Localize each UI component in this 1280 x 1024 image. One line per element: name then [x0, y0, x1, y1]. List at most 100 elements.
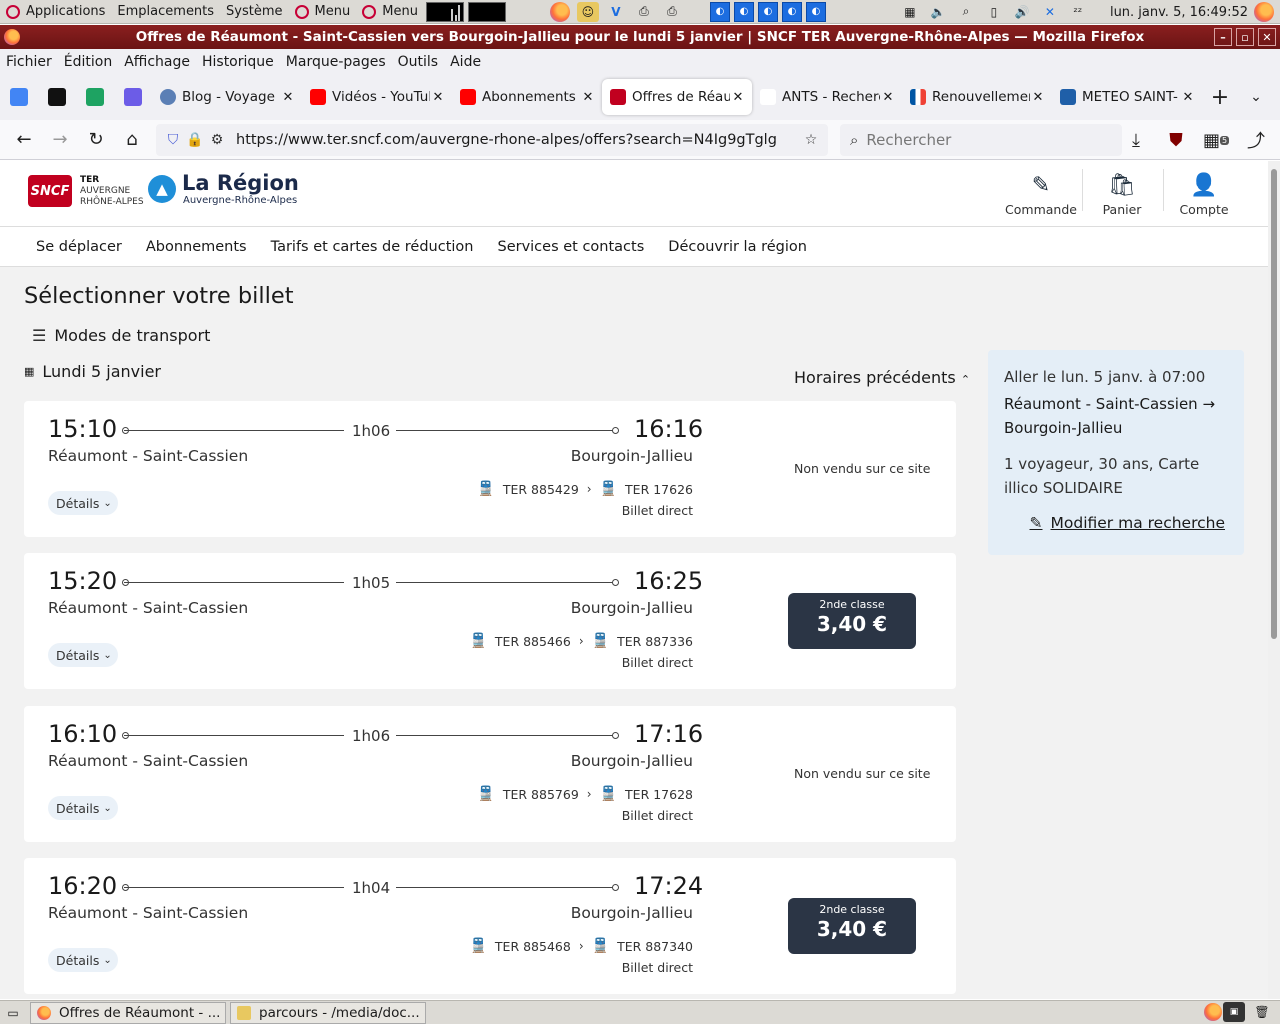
system-menu[interactable]: Système [220, 0, 288, 24]
lock-icon[interactable]: 🔒 [184, 132, 206, 148]
share-icon[interactable]: ⤴ [1238, 124, 1274, 156]
close-tab-icon[interactable]: ✕ [880, 90, 896, 105]
workspace-4-icon[interactable]: ◐ [781, 1, 802, 22]
menu-1[interactable]: Menu [289, 0, 357, 24]
modes-transport-button[interactable]: ☰ Modes de transport [32, 326, 210, 345]
compte-button[interactable]: 👤 Compte [1176, 165, 1232, 217]
journey-card[interactable]: 15:20 1h05 16:25 Réaumont - Saint-Cassie… [24, 553, 956, 689]
panier-button[interactable]: 🛍 Panier [1096, 165, 1148, 217]
workspace-5-icon[interactable]: ◐ [805, 1, 826, 22]
journey-card[interactable]: 16:10 1h06 17:16 Réaumont - Saint-Cassie… [24, 706, 956, 842]
tab-ants[interactable]: ANTS - Recherche✕ [752, 79, 902, 115]
printer-icon[interactable]: ⎙ [633, 2, 655, 22]
taskbar-firefox-window[interactable]: Offres de Réaumont - ... [30, 1001, 226, 1024]
bookmark-star-icon[interactable]: ☆ [800, 132, 822, 148]
back-button[interactable]: ← [6, 124, 42, 156]
url-text[interactable]: https://www.ter.sncf.com/auvergne-rhone-… [236, 132, 776, 148]
printer-2-icon[interactable]: ⎙ [661, 2, 683, 22]
price-button[interactable]: 2nde classe 3,40 € [788, 593, 916, 649]
page-scrollbar[interactable] [1268, 161, 1280, 999]
vs-launcher-icon[interactable]: V [605, 2, 627, 22]
details-button[interactable]: Détails ⌄ [48, 948, 118, 972]
close-tab-icon[interactable]: ✕ [730, 90, 746, 105]
price-button[interactable]: 2nde classe 3,40 € [788, 898, 916, 954]
menu-outils[interactable]: Outils [392, 54, 444, 70]
pinned-tab-news[interactable] [38, 74, 76, 120]
menu-2[interactable]: Menu [356, 0, 424, 24]
journey-card[interactable]: 15:10 1h06 16:16 Réaumont - Saint-Cassie… [24, 401, 956, 537]
volume-icon[interactable]: 🔈 [927, 2, 949, 22]
clock[interactable]: lun. janv. 5, 16:49:52 [1110, 0, 1248, 24]
workspace-2-icon[interactable]: ◐ [733, 1, 754, 22]
firefox-workspace-icon[interactable] [1204, 1003, 1222, 1021]
tab-youtube-videos[interactable]: Vidéos - YouTube✕ [302, 79, 452, 115]
menu-marque-pages[interactable]: Marque-pages [280, 54, 392, 70]
details-button[interactable]: Détails ⌄ [48, 643, 118, 667]
shield-icon[interactable]: ⛉ [162, 132, 184, 148]
previous-times-button[interactable]: Horaires précédents ⌃ [794, 368, 970, 387]
nav-se-deplacer[interactable]: Se déplacer [24, 239, 134, 255]
pinned-tab-calendar[interactable] [0, 74, 38, 120]
scrollbar-thumb[interactable] [1271, 169, 1277, 639]
modify-search-link[interactable]: ✎ Modifier ma recherche [1030, 514, 1226, 532]
tab-renouvellement[interactable]: Renouvellement✕ [902, 79, 1052, 115]
nav-services[interactable]: Services et contacts [485, 239, 656, 255]
home-button[interactable]: ⌂ [114, 124, 150, 156]
ublock-icon[interactable]: ⛊ [1158, 124, 1194, 156]
bluetooth-icon[interactable]: ✕ [1039, 2, 1061, 22]
downloads-icon[interactable]: ⤓ [1118, 124, 1154, 156]
close-tab-icon[interactable]: ✕ [430, 90, 446, 105]
reload-button[interactable]: ↻ [78, 124, 114, 156]
network-icon[interactable]: ▦ [899, 2, 921, 22]
terminal-icon[interactable]: ▣ [1223, 1002, 1245, 1022]
tab-offres-reaumont[interactable]: Offres de Réaumont✕ [602, 79, 752, 115]
menu-fichier[interactable]: Fichier [0, 54, 58, 70]
show-desktop-icon[interactable]: ▭ [4, 1003, 22, 1023]
maximize-button[interactable]: ▫ [1236, 28, 1254, 46]
menu-aide[interactable]: Aide [444, 54, 487, 70]
details-button[interactable]: Détails ⌄ [48, 491, 118, 515]
pinned-tab-app[interactable] [114, 74, 152, 120]
close-tab-icon[interactable]: ✕ [1030, 90, 1046, 105]
extensions-icon[interactable]: ▦ 5 [1198, 124, 1234, 156]
firefox-tray-icon[interactable] [1254, 2, 1274, 22]
volume-2-icon[interactable]: 🔊 [1011, 2, 1033, 22]
trash-icon[interactable]: 🗑 [1251, 1002, 1273, 1022]
details-button[interactable]: Détails ⌄ [48, 796, 118, 820]
close-tab-icon[interactable]: ✕ [580, 90, 596, 105]
search-tray-icon[interactable]: ⌕ [955, 2, 977, 22]
forward-button[interactable]: → [42, 124, 78, 156]
menu-affichage[interactable]: Affichage [118, 54, 196, 70]
sleep-icon[interactable]: ᶻᶻ [1067, 2, 1089, 22]
places-menu[interactable]: Emplacements [111, 0, 220, 24]
pinned-tab-sheets[interactable] [76, 74, 114, 120]
permissions-icon[interactable]: ⚙ [206, 132, 228, 148]
menu-edition[interactable]: Édition [58, 54, 118, 70]
menu-historique[interactable]: Historique [196, 54, 280, 70]
nav-tarifs[interactable]: Tarifs et cartes de réduction [259, 239, 486, 255]
new-tab-button[interactable]: + [1202, 85, 1238, 110]
workspace-3-icon[interactable]: ◐ [757, 1, 778, 22]
tab-abonnements[interactable]: Abonnements ✕ [452, 79, 602, 115]
taskbar-file-manager-window[interactable]: parcours - /media/doc... [230, 1001, 426, 1024]
url-bar[interactable]: ⛉ 🔒 ⚙ https://www.ter.sncf.com/auvergne-… [156, 124, 828, 156]
nav-abonnements[interactable]: Abonnements [134, 239, 259, 255]
close-window-button[interactable]: ✕ [1258, 28, 1276, 46]
battery-icon[interactable]: ▯ [983, 2, 1005, 22]
close-tab-icon[interactable]: ✕ [280, 90, 296, 105]
minimize-button[interactable]: – [1214, 28, 1232, 46]
previous-label: Horaires précédents [794, 368, 956, 387]
list-tabs-button[interactable]: ⌄ [1238, 89, 1274, 105]
nav-decouvrir[interactable]: Découvrir la région [656, 239, 819, 255]
region-logo-icon[interactable]: ▲ [148, 175, 176, 203]
workspace-1-icon[interactable]: ◐ [709, 1, 730, 22]
journey-card[interactable]: 16:20 1h04 17:24 Réaumont - Saint-Cassie… [24, 858, 956, 994]
tab-meteo[interactable]: METEO SAINT- ✕ [1052, 79, 1202, 115]
file-manager-launcher-icon[interactable]: ☺ [576, 1, 599, 22]
tab-blog-voyage[interactable]: Blog - Voyage ✕ [152, 79, 302, 115]
applications-menu[interactable]: Applications [0, 0, 111, 24]
firefox-launcher-icon[interactable] [549, 1, 571, 22]
close-tab-icon[interactable]: ✕ [1180, 90, 1196, 105]
search-input[interactable]: ⌕ Rechercher [840, 124, 1122, 156]
commande-button[interactable]: ✎ Commande [1005, 165, 1077, 217]
